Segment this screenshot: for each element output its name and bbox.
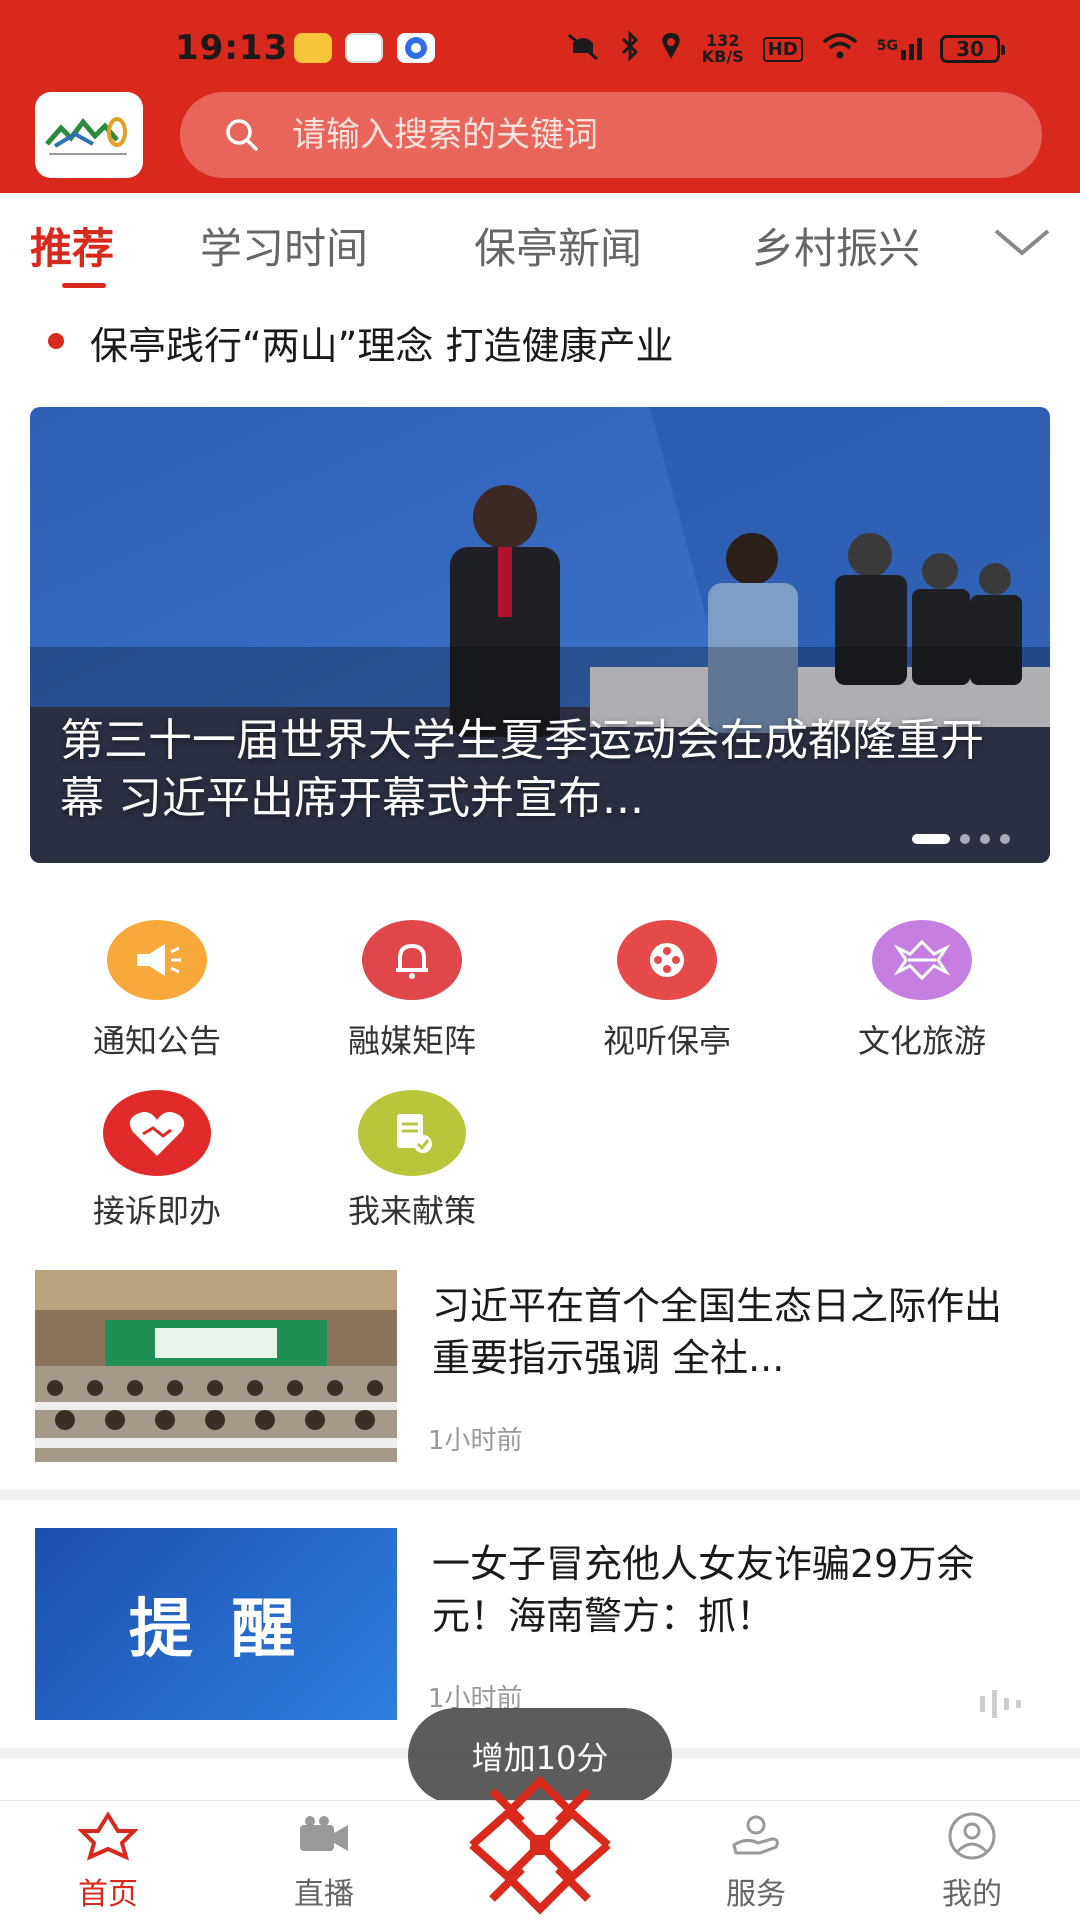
tab-rural-revitalization[interactable]: 乡村振兴	[752, 215, 920, 276]
carousel-dot	[912, 834, 950, 844]
nav-mine[interactable]: 我的	[902, 1811, 1042, 1913]
service-label: 文化旅游	[857, 1022, 986, 1060]
carousel-dot	[1000, 834, 1010, 844]
search-bar[interactable]	[180, 92, 1042, 178]
active-tab-indicator	[62, 283, 106, 288]
nav-service[interactable]: 服务	[686, 1811, 826, 1913]
service-complaint[interactable]: 接诉即办	[57, 1090, 257, 1232]
status-time: 19:13	[175, 28, 289, 68]
net-speed: 132 KB/S	[701, 31, 744, 66]
banner-title: 第三十一届世界大学生夏季运动会在成都隆重开幕 习近平出席开幕式并宣布...	[60, 715, 984, 824]
search-input[interactable]	[292, 115, 992, 155]
hd-badge: HD	[762, 36, 803, 62]
battery-indicator: 30	[940, 35, 1005, 63]
film-reel-icon	[617, 920, 717, 1000]
weibo-app-icon	[294, 33, 332, 63]
handshake-heart-icon	[103, 1090, 211, 1176]
service-label: 通知公告	[92, 1022, 221, 1060]
status-indicators: 132 KB/S HD 5G 30	[565, 30, 1005, 68]
app-logo[interactable]	[35, 92, 143, 178]
mute-icon	[565, 31, 601, 67]
service-notice[interactable]: 通知公告	[57, 920, 257, 1062]
ticker-text: 保亭践行“两山”理念 打造健康产业	[90, 324, 674, 368]
audio-wave-icon[interactable]	[978, 1688, 1024, 1718]
news-title: 一女子冒充他人女友诈骗29万余元！海南警方：抓！	[432, 1542, 975, 1638]
service-label: 融媒矩阵	[347, 1022, 476, 1060]
status-bar: 19:13 132 KB/S HD 5G 30	[0, 0, 1080, 95]
hand-service-icon	[732, 1815, 779, 1855]
center-emblem-icon[interactable]	[452, 1771, 628, 1920]
headline-ticker[interactable]: 保亭践行“两山”理念 打造健康产业	[0, 305, 1080, 375]
news-thumbnail	[35, 1270, 397, 1462]
bottom-navigation: 首页 直播 服务 我的	[0, 1775, 1080, 1920]
signal-icon: 5G	[877, 38, 922, 60]
service-label: 接诉即办	[92, 1192, 221, 1230]
service-label: 我来献策	[347, 1192, 476, 1230]
megaphone-icon	[107, 920, 207, 1000]
news-title: 习近平在首个全国生态日之际作出重要指示强调 全社...	[432, 1284, 1003, 1380]
app-header: 19:13 132 KB/S HD 5G 30 请输入搜索的关键词	[0, 0, 1080, 193]
photos-app-icon	[345, 33, 383, 63]
news-time: 1小时前	[428, 1426, 523, 1456]
nav-label: 首页	[78, 1877, 138, 1912]
service-audio-visual[interactable]: 视听保亭	[567, 920, 767, 1062]
user-profile-icon	[948, 1812, 996, 1860]
location-icon	[659, 31, 683, 67]
bullet-dot	[48, 333, 64, 349]
bluetooth-icon	[619, 30, 641, 68]
service-media-matrix[interactable]: 融媒矩阵	[312, 920, 512, 1062]
channel-tabs: 推荐 学习时间 保亭新闻 乡村振兴	[0, 193, 1080, 291]
chevron-down-icon[interactable]	[992, 221, 1052, 261]
carousel-dot	[960, 834, 970, 844]
tab-study-time[interactable]: 学习时间	[200, 215, 368, 276]
service-suggestion[interactable]: 我来献策	[312, 1090, 512, 1232]
nav-live[interactable]: 直播	[254, 1811, 394, 1913]
news-item[interactable]: 习近平在首个全国生态日之际作出重要指示强调 全社... 1小时前	[0, 1270, 1080, 1510]
news-thumbnail: 提 醒	[35, 1528, 397, 1720]
home-star-icon	[78, 1811, 138, 1861]
search-icon	[226, 119, 258, 151]
bell-icon	[362, 920, 462, 1000]
nav-label: 我的	[942, 1877, 1002, 1912]
thumbnail-caption: 提 醒	[128, 1593, 304, 1667]
carousel-indicators	[912, 834, 1010, 844]
chat-app-icon	[397, 33, 435, 63]
nav-label: 服务	[726, 1877, 786, 1912]
tab-recommend[interactable]: 推荐	[30, 215, 114, 276]
document-check-icon	[358, 1090, 466, 1176]
banner-carousel[interactable]: 第三十一届世界大学生夏季运动会在成都隆重开幕 习近平出席开幕式并宣布...	[30, 407, 1050, 863]
tab-baoting-news[interactable]: 保亭新闻	[474, 215, 642, 276]
service-label: 视听保亭	[602, 1022, 731, 1060]
nav-home[interactable]: 首页	[38, 1811, 178, 1913]
nav-label: 直播	[294, 1877, 354, 1912]
service-culture-tourism[interactable]: 文化旅游	[822, 920, 1022, 1062]
culture-pattern-icon	[872, 920, 972, 1000]
carousel-dot	[980, 834, 990, 844]
video-camera-icon	[300, 1816, 348, 1851]
list-divider	[0, 1490, 1080, 1500]
wifi-icon	[821, 31, 859, 67]
